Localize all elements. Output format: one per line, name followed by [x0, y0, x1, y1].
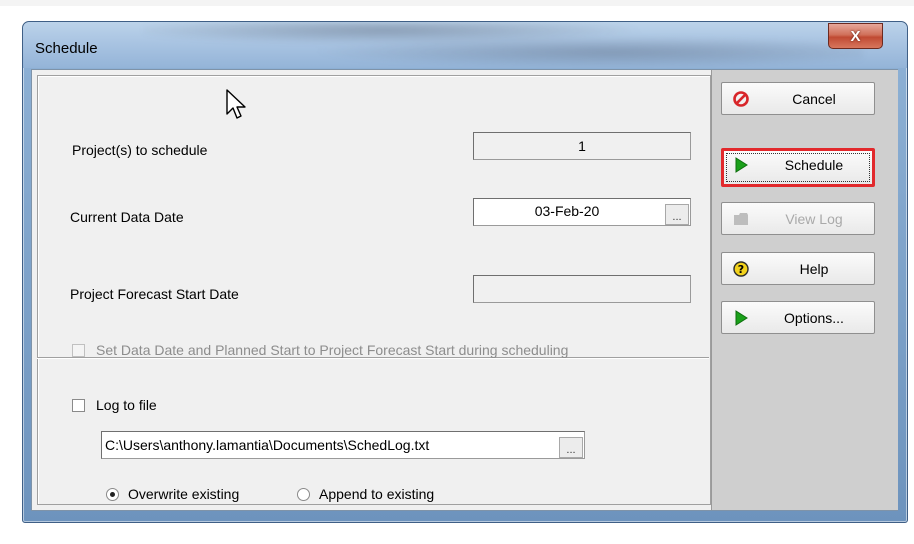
cancel-icon — [733, 91, 749, 107]
dialog-body: Project(s) to schedule 1 Current Data Da… — [31, 69, 898, 511]
help-icon: ? — [733, 261, 749, 277]
data-date-picker-button[interactable]: ... — [665, 204, 689, 225]
cancel-label: Cancel — [792, 91, 836, 107]
forecast-start-label: Project Forecast Start Date — [70, 286, 239, 302]
close-icon: X — [850, 27, 861, 45]
data-date-label: Current Data Date — [70, 209, 184, 225]
data-date-value: 03-Feb-20 — [534, 203, 600, 219]
append-label: Append to existing — [319, 486, 435, 502]
set-data-date-checkbox[interactable] — [72, 344, 85, 357]
data-date-field[interactable]: 03-Feb-20 ... — [473, 198, 691, 226]
projects-label: Project(s) to schedule — [72, 142, 208, 158]
folder-icon — [734, 213, 748, 225]
set-data-date-label: Set Data Date and Planned Start to Proje… — [96, 342, 569, 358]
view-log-button[interactable]: View Log — [721, 202, 875, 235]
log-path-field[interactable]: C:\Users\anthony.lamantia\Documents\Sche… — [101, 431, 585, 459]
cancel-button[interactable]: Cancel — [721, 82, 875, 115]
schedule-button[interactable]: Schedule — [721, 148, 875, 187]
schedule-dialog: Schedule X Project(s) to schedule 1 Curr… — [22, 21, 908, 523]
overwrite-radio[interactable] — [106, 488, 119, 501]
options-label: Options... — [784, 310, 844, 326]
log-path-browse-button[interactable]: ... — [559, 437, 583, 458]
page-background — [0, 0, 914, 6]
blurred-background-text — [143, 22, 863, 68]
options-button[interactable]: Options... — [721, 301, 875, 334]
forecast-start-field — [473, 275, 691, 303]
append-radio[interactable] — [297, 488, 310, 501]
ellipsis-icon: ... — [672, 211, 682, 223]
window-title: Schedule — [35, 40, 98, 57]
help-label: Help — [799, 261, 829, 277]
play-icon — [735, 157, 748, 173]
close-button[interactable]: X — [828, 23, 883, 49]
button-panel — [711, 70, 898, 510]
view-log-label: View Log — [785, 211, 843, 227]
log-to-file-label: Log to file — [96, 397, 157, 413]
projects-count-value: 1 — [578, 138, 586, 154]
svg-text:?: ? — [738, 263, 744, 276]
schedule-label: Schedule — [784, 157, 844, 173]
projects-count-field: 1 — [473, 132, 691, 160]
help-button[interactable]: ? Help — [721, 252, 875, 285]
mouse-cursor-icon — [226, 89, 246, 119]
overwrite-label: Overwrite existing — [128, 486, 240, 502]
ellipsis-icon: ... — [566, 444, 576, 456]
log-to-file-checkbox[interactable] — [72, 399, 85, 412]
log-path-value: C:\Users\anthony.lamantia\Documents\Sche… — [105, 437, 430, 453]
title-bar[interactable]: Schedule X — [23, 22, 907, 68]
play-icon — [735, 310, 748, 326]
